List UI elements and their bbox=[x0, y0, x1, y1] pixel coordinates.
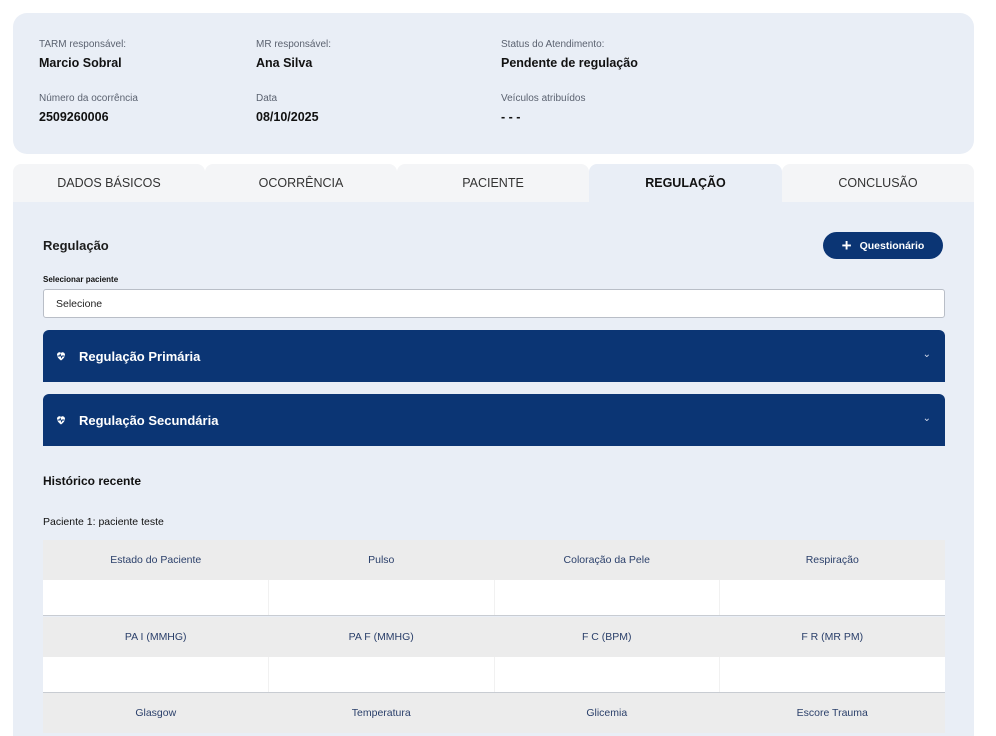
vehicles-info: Veículos atribuídos - - - bbox=[501, 93, 586, 124]
mr-value: Ana Silva bbox=[256, 56, 313, 70]
vitals-header-row: Glasgow Temperatura Glicemia Escore Trau… bbox=[43, 693, 945, 733]
attendance-info-card: TARM responsável: Marcio Sobral MR respo… bbox=[13, 13, 974, 154]
tab-paciente[interactable]: PACIENTE bbox=[397, 164, 589, 202]
vitals-header-row: Estado do Paciente Pulso Coloração da Pe… bbox=[43, 540, 945, 580]
accordion-secondary-regulation[interactable]: Regulação Secundária ⌄ bbox=[43, 394, 945, 446]
vitals-header-row: PA I (MMHG) PA F (MMHG) F C (BPM) F R (M… bbox=[43, 617, 945, 657]
occurrence-value: 2509260006 bbox=[39, 110, 109, 124]
column-header: Coloração da Pele bbox=[563, 554, 650, 566]
select-patient-dropdown[interactable]: Selecione bbox=[43, 289, 945, 318]
select-patient-label: Selecionar paciente bbox=[43, 275, 119, 284]
value-cell bbox=[720, 657, 945, 692]
value-cell bbox=[43, 657, 269, 692]
chevron-down-icon: ⌄ bbox=[922, 349, 931, 360]
column-header: F C (BPM) bbox=[581, 631, 632, 643]
value-cell bbox=[720, 580, 945, 615]
tarm-value: Marcio Sobral bbox=[39, 56, 122, 70]
add-questionnaire-button[interactable]: + Questionário bbox=[823, 232, 943, 259]
heart-pulse-icon bbox=[57, 352, 65, 361]
column-header: Temperatura bbox=[351, 707, 411, 719]
column-header: F R (MR PM) bbox=[801, 631, 864, 643]
column-header: Glasgow bbox=[135, 707, 177, 719]
column-header: Glicemia bbox=[586, 707, 628, 719]
mr-label: MR responsável: bbox=[256, 39, 332, 50]
tab-regulacao[interactable]: REGULAÇÃO bbox=[589, 164, 782, 202]
column-header: Respiração bbox=[805, 554, 859, 566]
column-header: Pulso bbox=[368, 554, 395, 566]
column-header: Escore Trauma bbox=[796, 707, 868, 719]
status-label: Status do Atendimento: bbox=[501, 39, 605, 50]
column-header: PA I (MMHG) bbox=[124, 631, 187, 643]
status-value: Pendente de regulação bbox=[501, 56, 638, 70]
tab-dados-basicos[interactable]: DADOS BÁSICOS bbox=[13, 164, 205, 202]
occurrence-label: Número da ocorrência bbox=[39, 93, 138, 104]
accordion-secondary-title: Regulação Secundária bbox=[79, 412, 219, 428]
tab-bar: DADOS BÁSICOS OCORRÊNCIA PACIENTE REGULA… bbox=[13, 164, 974, 202]
patient-label: Paciente 1: paciente teste bbox=[43, 516, 164, 528]
occurrence-info: Número da ocorrência 2509260006 bbox=[39, 93, 138, 124]
date-info: Data 08/10/2025 bbox=[256, 93, 319, 124]
tarm-info: TARM responsável: Marcio Sobral bbox=[39, 39, 126, 70]
vitals-value-row bbox=[43, 580, 945, 616]
value-cell bbox=[269, 580, 495, 615]
plus-icon: + bbox=[841, 236, 852, 255]
column-header: PA F (MMHG) bbox=[348, 631, 414, 643]
accordion-primary-title: Regulação Primária bbox=[79, 348, 201, 364]
value-cell bbox=[43, 580, 269, 615]
date-label: Data bbox=[256, 93, 278, 104]
value-cell bbox=[269, 657, 495, 692]
tab-conclusao[interactable]: CONCLUSÃO bbox=[782, 164, 974, 202]
vitals-group-2: PA I (MMHG) PA F (MMHG) F C (BPM) F R (M… bbox=[43, 617, 945, 693]
vitals-group-3: Glasgow Temperatura Glicemia Escore Trau… bbox=[43, 693, 945, 733]
status-info: Status do Atendimento: Pendente de regul… bbox=[501, 39, 638, 70]
vehicles-label: Veículos atribuídos bbox=[501, 93, 586, 104]
chevron-down-icon: ⌄ bbox=[922, 413, 931, 424]
column-header: Estado do Paciente bbox=[110, 554, 202, 566]
vitals-group-1: Estado do Paciente Pulso Coloração da Pe… bbox=[43, 540, 945, 616]
questionnaire-button-label: Questionário bbox=[859, 239, 925, 252]
tab-ocorrencia[interactable]: OCORRÊNCIA bbox=[205, 164, 397, 202]
value-cell bbox=[495, 580, 721, 615]
regulation-panel: Regulação + Questionário Selecionar paci… bbox=[13, 202, 974, 736]
date-value: 08/10/2025 bbox=[256, 110, 319, 124]
heart-pulse-icon bbox=[57, 416, 65, 425]
history-title: Histórico recente bbox=[43, 474, 142, 488]
tarm-label: TARM responsável: bbox=[39, 39, 127, 50]
accordion-primary-regulation[interactable]: Regulação Primária ⌄ bbox=[43, 330, 945, 382]
vitals-value-row bbox=[43, 657, 945, 693]
section-title: Regulação bbox=[43, 238, 109, 253]
value-cell bbox=[495, 657, 721, 692]
vehicles-value: - - - bbox=[501, 110, 521, 124]
mr-info: MR responsável: Ana Silva bbox=[256, 39, 331, 70]
